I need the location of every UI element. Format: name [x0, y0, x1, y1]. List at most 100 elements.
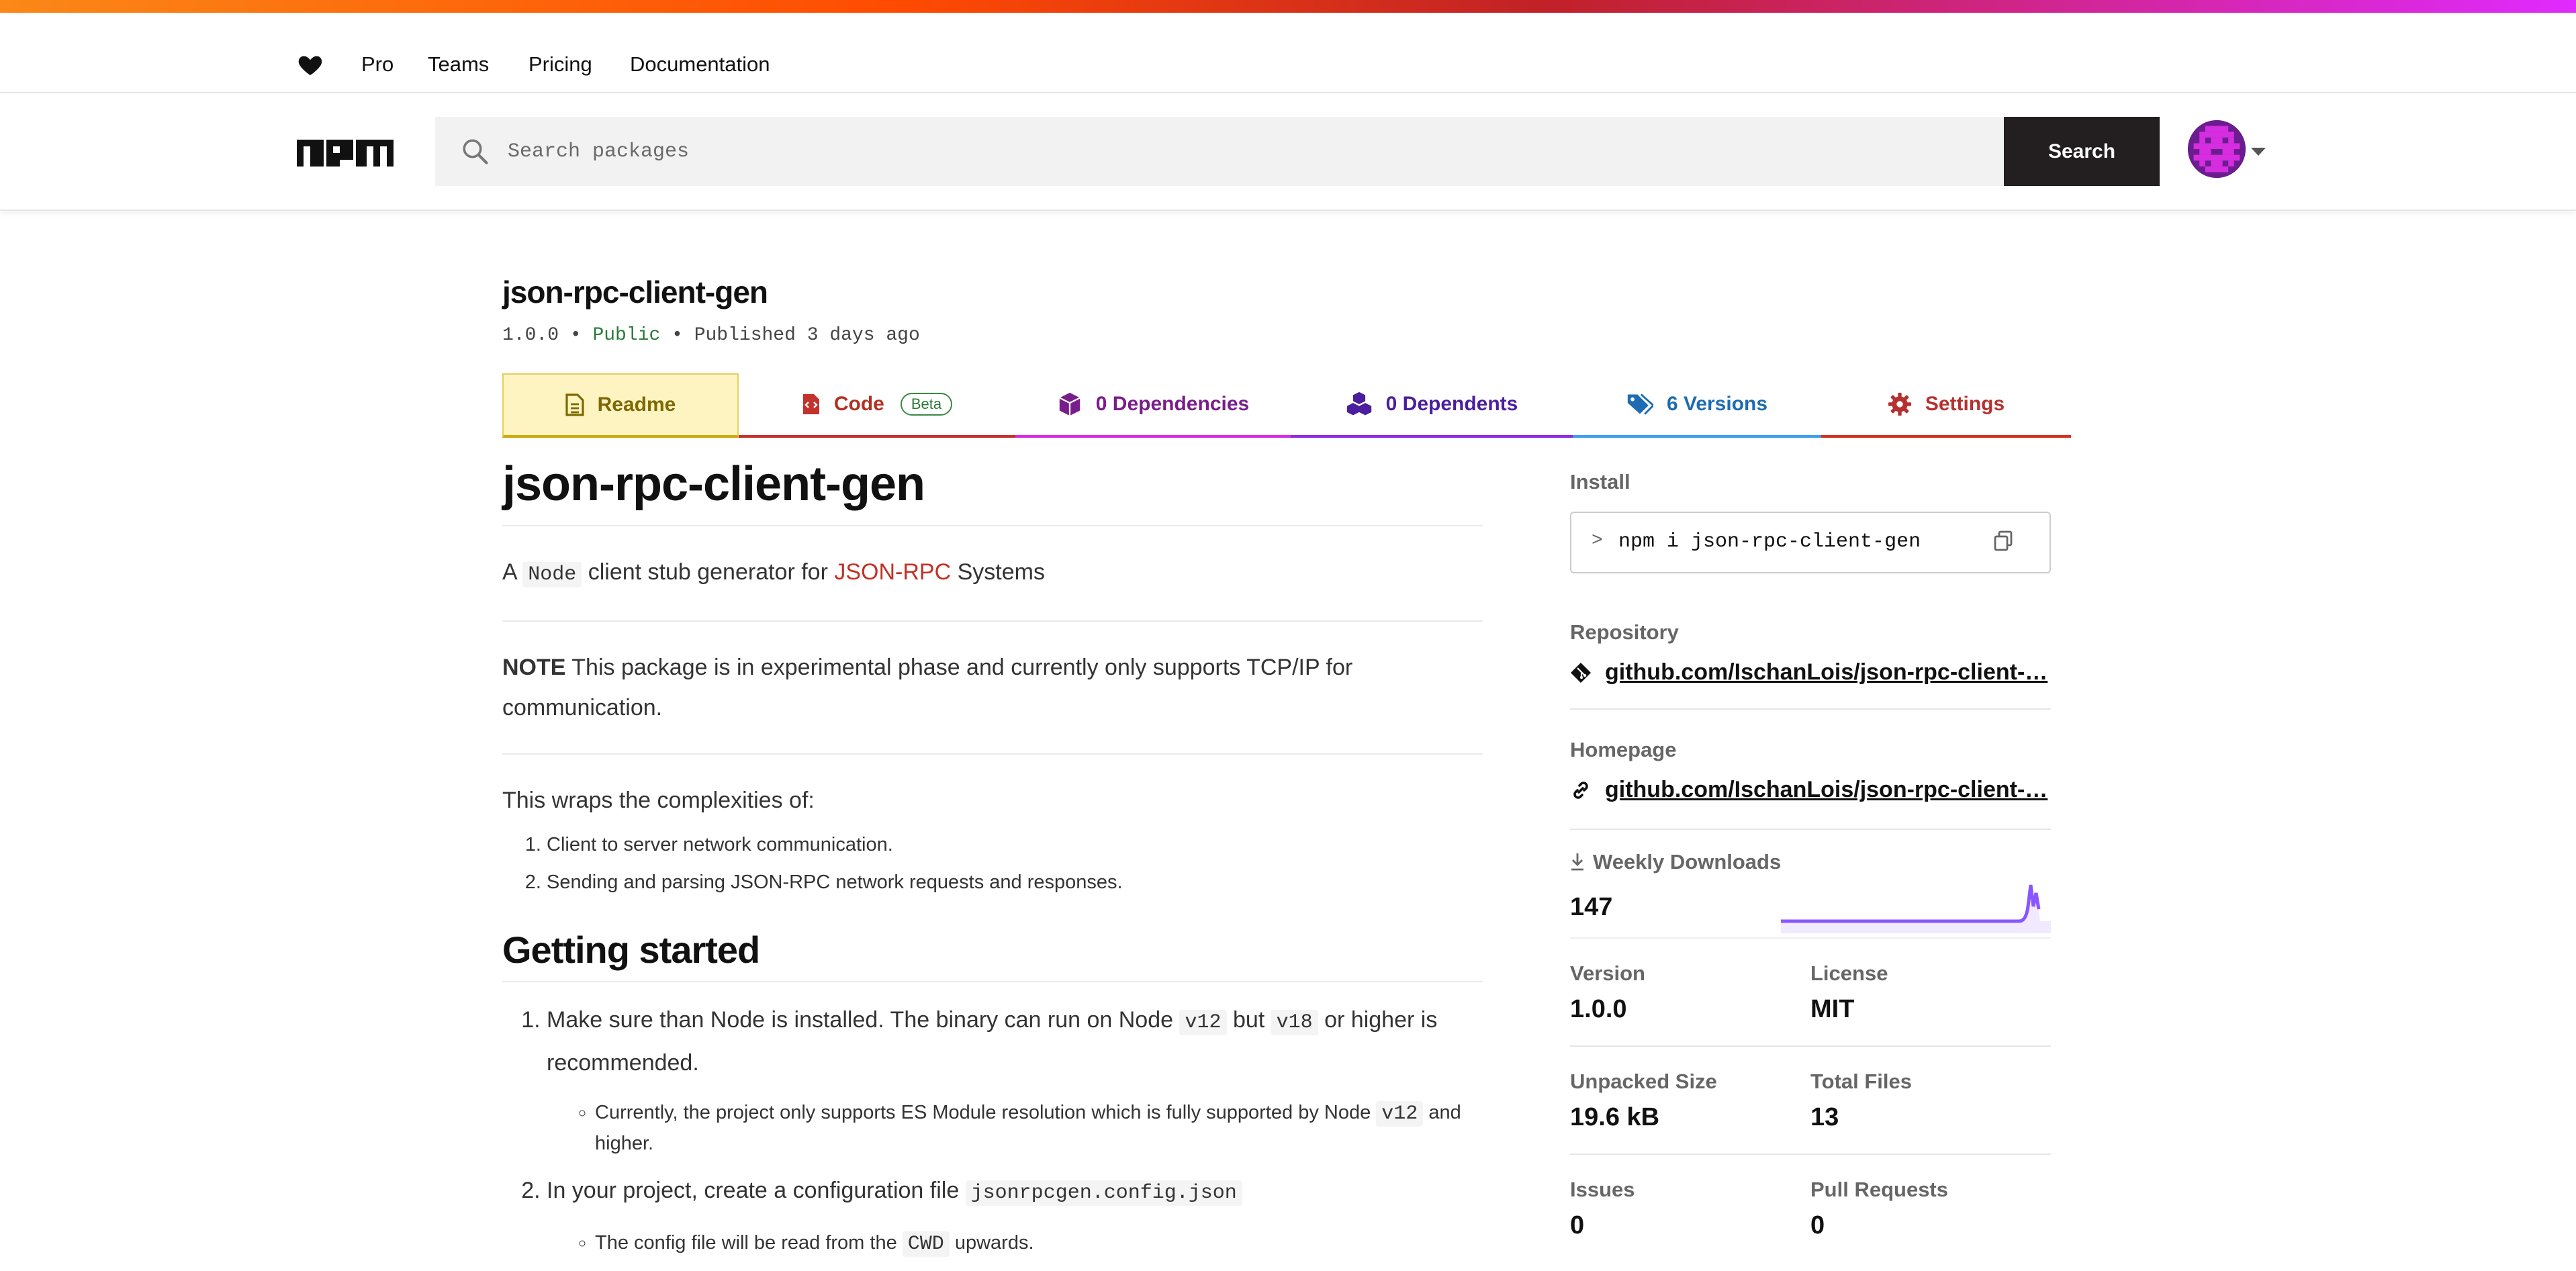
tags-icon	[1627, 393, 1653, 415]
search-icon	[463, 139, 488, 164]
search-input[interactable]	[506, 117, 1984, 186]
note-text: This package is in experimental phase an…	[502, 655, 1353, 720]
package-meta: 1.0.0 • Public • Published 3 days ago	[502, 325, 920, 346]
issues-value[interactable]: 0	[1570, 1211, 1810, 1240]
tab-dependencies[interactable]: 0 Dependencies	[1015, 373, 1291, 438]
inline-code: v12	[1376, 1101, 1424, 1127]
readme-intro-text: client stub generator for	[582, 559, 835, 585]
readme-note: NOTE This package is in experimental pha…	[502, 622, 1483, 755]
readme-wraps: This wraps the complexities of:	[502, 788, 815, 813]
wraps-list: Client to server network communication. …	[502, 826, 1483, 901]
sub-text: The config file will be read from the	[595, 1232, 903, 1254]
download-icon	[1571, 853, 1583, 871]
version-label: Version	[1570, 961, 1645, 985]
list-item: The config file will be read from the CW…	[595, 1228, 1483, 1259]
package-sidebar: Install > npm i json-rpc-client-gen Repo…	[1570, 470, 2051, 1240]
readme-intro-text: Systems	[951, 559, 1045, 585]
step-text: but	[1226, 1007, 1271, 1033]
nav-link-teams[interactable]: Teams	[428, 40, 489, 89]
total-files-label: Total Files	[1810, 1070, 1913, 1093]
step-text: In your project, create a configuration …	[547, 1178, 966, 1203]
code-file-icon	[802, 394, 819, 414]
repository-link[interactable]: github.com/IschanLois/json-rpc-client-…	[1570, 659, 2051, 686]
nav-link-pro[interactable]: Pro	[361, 40, 394, 89]
package-version: 1.0.0	[502, 325, 559, 346]
steps-list: Make sure than Node is installed. The bi…	[502, 1000, 1483, 1259]
list-item: Client to server network communication.	[547, 826, 1483, 863]
pull-requests-value[interactable]: 0	[1810, 1211, 2051, 1240]
install-command: npm i json-rpc-client-gen	[1618, 530, 1921, 553]
inline-code: CWD	[902, 1231, 950, 1257]
link-icon	[1573, 781, 1588, 799]
unpacked-size-label: Unpacked Size	[1570, 1070, 1717, 1093]
license-value: MIT	[1810, 995, 1855, 1023]
unpacked-size-cell: Unpacked Size 19.6 kB	[1570, 1070, 1810, 1132]
readme-title: json-rpc-client-gen	[502, 457, 1483, 526]
tab-dependents[interactable]: 0 Dependents	[1291, 373, 1573, 438]
downloads-sparkline	[1781, 884, 2051, 933]
getting-started-heading: Getting started	[502, 928, 1483, 982]
search-button[interactable]: Search	[2004, 117, 2160, 186]
homepage-link[interactable]: github.com/IschanLois/json-rpc-client-…	[1570, 777, 2051, 803]
issues-prs-row: Issues 0 Pull Requests 0	[1570, 1154, 2051, 1240]
nav-link-pricing[interactable]: Pricing	[528, 40, 592, 89]
readme-intro-text: A	[502, 559, 523, 585]
boxes-icon	[1346, 391, 1371, 416]
weekly-downloads-header: Weekly Downloads	[1570, 850, 2051, 874]
box-icon	[1059, 392, 1080, 416]
version-value: 1.0.0	[1570, 995, 1627, 1023]
homepage-section: Homepage github.com/IschanLois/json-rpc-…	[1570, 708, 2051, 803]
avatar[interactable]	[2188, 120, 2246, 178]
inline-code: Node	[522, 562, 582, 587]
version-license-row: Version 1.0.0 License MIT	[1570, 937, 2051, 1024]
avatar-pattern-icon	[2188, 120, 2246, 178]
repository-link-label: github.com/IschanLois/json-rpc-client-…	[1605, 659, 2048, 685]
package-visibility: Public	[592, 325, 661, 346]
downloads-row: 147	[1570, 880, 2051, 933]
install-prompt: >	[1592, 530, 1603, 551]
nav-link-documentation[interactable]: Documentation	[630, 40, 770, 89]
list-item: Make sure than Node is installed. The bi…	[547, 1000, 1483, 1158]
tab-code-label: Code	[833, 393, 884, 415]
version-cell: Version 1.0.0	[1570, 961, 1810, 1024]
size-files-row: Unpacked Size 19.6 kB Total Files 13	[1570, 1045, 2051, 1132]
copy-icon[interactable]	[1993, 530, 2013, 552]
json-rpc-link[interactable]: JSON-RPC	[834, 559, 951, 585]
tab-dependencies-label: 0 Dependencies	[1095, 393, 1250, 415]
homepage-label: Homepage	[1570, 738, 1677, 761]
install-command-box[interactable]: > npm i json-rpc-client-gen	[1570, 512, 2051, 573]
package-tabs: Readme Code Beta 0 Dependencies 0 Depend…	[502, 373, 2071, 438]
tab-versions-label: 6 Versions	[1666, 393, 1768, 415]
tab-readme-label: Readme	[597, 393, 676, 416]
sub-list: The config file will be read from the CW…	[547, 1228, 1483, 1259]
tab-readme[interactable]: Readme	[502, 373, 739, 438]
homepage-link-label: github.com/IschanLois/json-rpc-client-…	[1605, 777, 2048, 802]
tab-versions[interactable]: 6 Versions	[1573, 373, 1821, 438]
top-gradient-bar	[0, 0, 2576, 13]
search-header: Search	[0, 93, 2576, 211]
list-item: In your project, create a configuration …	[547, 1170, 1483, 1259]
heart-icon[interactable]	[297, 52, 324, 79]
inline-code: v12	[1179, 1010, 1227, 1035]
search-box	[435, 117, 2004, 186]
tab-settings[interactable]: Settings	[1821, 373, 2071, 438]
document-icon	[565, 393, 584, 416]
issues-label: Issues	[1570, 1178, 1635, 1201]
inline-code: v18	[1271, 1010, 1318, 1035]
issues-cell: Issues 0	[1570, 1178, 1810, 1240]
meta-separator: •	[672, 325, 694, 346]
pull-requests-cell: Pull Requests 0	[1810, 1178, 2051, 1240]
readme-intro: A Node client stub generator for JSON-RP…	[502, 526, 1483, 622]
downloads-section: Weekly Downloads 147	[1570, 829, 2051, 933]
license-cell: License MIT	[1810, 961, 2051, 1024]
weekly-downloads-label: Weekly Downloads	[1593, 850, 1782, 874]
unpacked-size-value: 19.6 kB	[1570, 1103, 1660, 1131]
license-label: License	[1810, 961, 1888, 985]
chevron-down-icon[interactable]	[2251, 148, 2266, 156]
total-files-cell: Total Files 13	[1810, 1070, 2051, 1132]
tab-code[interactable]: Code Beta	[739, 373, 1015, 438]
top-nav: Pro Teams Pricing Documentation	[0, 13, 2576, 93]
npm-logo[interactable]	[297, 139, 394, 167]
install-label: Install	[1570, 470, 1630, 493]
step-text: Make sure than Node is installed. The bi…	[547, 1007, 1180, 1033]
